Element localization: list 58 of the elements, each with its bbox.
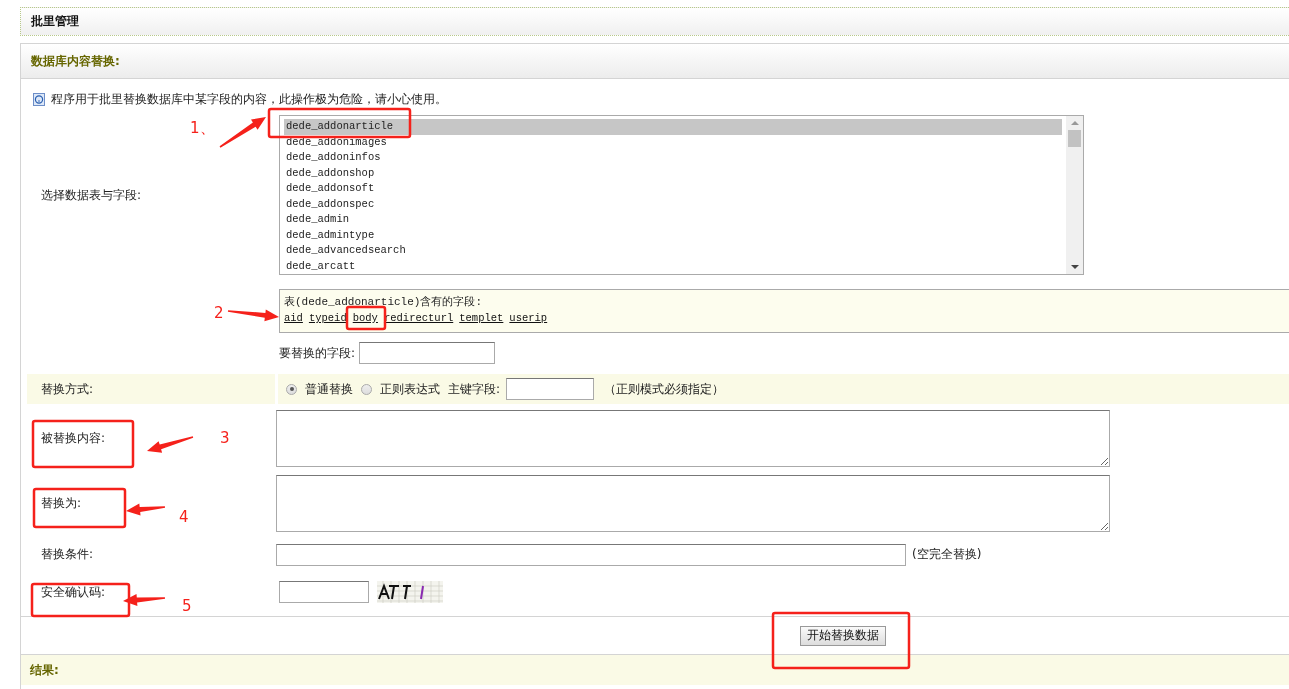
annotation-arrow — [227, 309, 279, 322]
table-option[interactable]: dede_addonimages — [284, 134, 1062, 150]
annotation-number: 5 — [182, 597, 192, 615]
field-label: 被替换内容: — [41, 430, 106, 447]
field-label: 主键字段: — [448, 380, 501, 398]
annotation-arrow — [126, 503, 166, 516]
table-option[interactable]: dede_addonarticle — [284, 119, 1062, 135]
annotation-number: 3 — [220, 429, 230, 447]
replace-textarea[interactable] — [276, 475, 1110, 532]
field-link[interactable]: aid — [284, 312, 303, 324]
scrollbar[interactable] — [1066, 116, 1083, 274]
table-option[interactable]: dede_admin — [284, 212, 1062, 228]
field-label: 选择数据表与字段: — [41, 186, 142, 204]
field-link[interactable]: typeid — [308, 312, 347, 324]
field-label: 要替换的字段: — [279, 344, 356, 362]
hint-text: (空完全替换) — [912, 546, 982, 563]
radio-button[interactable] — [361, 383, 372, 395]
annotation-number: 1、 — [190, 119, 215, 137]
scroll-thumb[interactable] — [1068, 130, 1081, 147]
field-link[interactable]: userip — [509, 312, 548, 324]
hint-text: （正则模式必须指定） — [604, 380, 725, 398]
help-icon — [33, 92, 45, 106]
result-title: 结果: — [30, 661, 59, 679]
captcha-image — [377, 581, 443, 603]
find-textarea[interactable] — [276, 410, 1110, 467]
fields-caption: 表(dede_addonarticle)含有的字段: — [284, 295, 484, 309]
field-link[interactable]: redirecturl — [383, 312, 454, 324]
table-listbox[interactable]: dede_addonarticle dede_addonimages dede_addoninfos dede_addonshop dede_addonsoft dede_addonspec dede_admin dede_admintype dede_advancedsearch dede_arcatt — [279, 115, 1084, 275]
table-option[interactable]: dede_arcatt — [284, 258, 1062, 274]
captcha-input[interactable] — [279, 581, 369, 603]
annotation-arrow — [123, 594, 166, 606]
annotation-number: 2 — [214, 304, 224, 322]
table-option[interactable]: dede_addonspec — [284, 196, 1062, 212]
field-link[interactable]: templet — [459, 312, 504, 324]
radio-button[interactable] — [286, 383, 297, 395]
table-option[interactable]: dede_addonshop — [284, 165, 1062, 181]
field-label: 替换方式: — [41, 380, 94, 398]
field-name-input[interactable] — [359, 342, 496, 364]
field-label: 安全确认码: — [41, 583, 106, 601]
field-label: 替换条件: — [41, 546, 94, 563]
condition-input[interactable] — [276, 543, 906, 566]
radio-label[interactable]: 正则表达式 — [380, 380, 440, 398]
notice-text: 程序用于批里替换数据库中某字段的内容，此操作极为危险，请小心使用。 — [51, 90, 447, 108]
annotation-arrow — [219, 117, 266, 148]
page-title: 批里管理 — [31, 13, 79, 30]
table-option[interactable]: dede_advancedsearch — [284, 243, 1062, 259]
key-field-input[interactable] — [506, 378, 595, 400]
table-option[interactable]: dede_addonsoft — [284, 181, 1062, 197]
section-title: 数据库内容替换: — [31, 52, 120, 70]
start-replace-button[interactable]: 开始替换数据 — [800, 625, 886, 646]
table-option[interactable]: dede_admintype — [284, 227, 1062, 243]
annotation-arrow — [147, 436, 194, 453]
table-option[interactable]: dede_addoninfos — [284, 150, 1062, 166]
annotation-box — [345, 305, 387, 331]
field-label: 替换为: — [41, 495, 82, 512]
radio-label[interactable]: 普通替换 — [305, 380, 353, 398]
annotation-number: 4 — [179, 508, 189, 526]
field-link[interactable]: body — [352, 312, 378, 324]
